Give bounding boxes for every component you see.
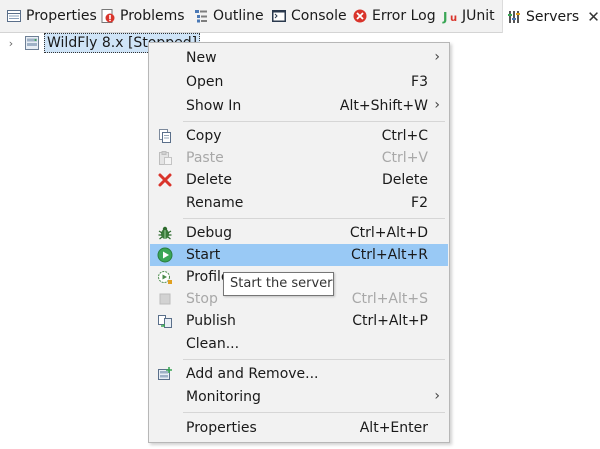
menu-item-shortcut: Ctrl+Alt+D (349, 225, 428, 241)
submenu-arrow-icon: › (434, 388, 440, 404)
menu-item-delete[interactable]: Delete Delete (150, 169, 448, 191)
menu-separator (183, 359, 445, 360)
menu-item-properties[interactable]: Properties Alt+Enter (150, 417, 448, 439)
menu-item-shortcut: Ctrl+C (381, 128, 428, 144)
tab-label: Console (291, 8, 347, 24)
context-menu: New › Open F3 Show In Alt+Shift+W › Copy… (148, 42, 450, 443)
menu-item-label: Open (186, 74, 224, 90)
tab-label: Problems (120, 8, 185, 24)
menu-item-debug[interactable]: Debug Ctrl+Alt+D (150, 222, 448, 244)
profile-icon (157, 269, 173, 285)
menu-item-label: Stop (186, 291, 218, 307)
tab-label: JUnit (462, 8, 495, 24)
delete-icon (157, 172, 173, 188)
console-icon (271, 8, 287, 24)
tab-outline[interactable]: Outline (190, 0, 264, 32)
svg-text:u: u (450, 13, 457, 24)
tab-problems[interactable]: Problems (97, 0, 185, 32)
server-icon (24, 35, 40, 51)
menu-item-clean[interactable]: Clean... (150, 333, 448, 355)
tooltip: Start the server (223, 272, 334, 296)
close-icon[interactable]: ✕ (587, 8, 600, 26)
menu-item-publish[interactable]: Publish Ctrl+Alt+P (150, 310, 448, 332)
menu-item-shortcut: Alt+Shift+W (339, 98, 428, 114)
menu-item-label: Debug (186, 225, 233, 241)
menu-item-label: Add and Remove... (186, 366, 319, 382)
properties-icon (6, 8, 22, 24)
menu-item-shortcut: F3 (411, 74, 428, 90)
menu-item-label: Paste (186, 150, 224, 166)
menu-item-shortcut: Alt+Enter (359, 420, 428, 436)
copy-icon (157, 128, 173, 144)
menu-item-label: Monitoring (186, 389, 261, 405)
tab-properties[interactable]: Properties (3, 0, 97, 32)
menu-item-rename[interactable]: Rename F2 (150, 192, 448, 214)
menu-item-open[interactable]: Open F3 (150, 71, 448, 93)
menu-item-paste: Paste Ctrl+V (150, 147, 448, 169)
submenu-arrow-icon: › (434, 97, 440, 113)
tab-label: Properties (26, 8, 97, 24)
menu-item-add-and-remove[interactable]: Add and Remove... (150, 363, 448, 385)
menu-item-start[interactable]: Start Ctrl+Alt+R (150, 244, 448, 266)
junit-icon: Ju (442, 8, 458, 24)
menu-item-shortcut: Ctrl+V (381, 150, 428, 166)
submenu-arrow-icon: › (434, 49, 440, 65)
menu-item-label: Show In (186, 98, 242, 114)
view-tab-bar: Properties Problems Outline Console Erro… (0, 0, 600, 33)
tab-servers[interactable]: Servers ✕ (502, 0, 600, 33)
add-remove-icon (157, 366, 173, 382)
menu-item-new[interactable]: New › (150, 47, 448, 69)
menu-item-label: Rename (186, 195, 244, 211)
menu-item-copy[interactable]: Copy Ctrl+C (150, 125, 448, 147)
menu-item-shortcut: Ctrl+Alt+S (351, 291, 428, 307)
menu-item-shortcut: Ctrl+Alt+R (350, 247, 428, 263)
error-log-icon (352, 8, 368, 24)
menu-item-label: Delete (186, 172, 232, 188)
menu-item-monitoring[interactable]: Monitoring › (150, 386, 448, 408)
menu-item-shortcut: Delete (382, 172, 428, 188)
menu-item-label: Start (186, 247, 221, 263)
menu-item-label: Copy (186, 128, 222, 144)
menu-item-shortcut: Ctrl+Alt+P (352, 313, 428, 329)
menu-item-show-in[interactable]: Show In Alt+Shift+W › (150, 95, 448, 117)
servers-icon (506, 9, 522, 25)
start-icon (157, 247, 173, 263)
tab-error-log[interactable]: Error Log (349, 0, 436, 32)
stop-icon (157, 291, 173, 307)
expand-arrow-icon[interactable]: › (4, 37, 18, 50)
menu-item-label: Clean... (186, 336, 240, 352)
debug-icon (157, 225, 173, 241)
tab-junit[interactable]: Ju JUnit (439, 0, 495, 32)
menu-item-label: Publish (186, 313, 236, 329)
tab-label: Outline (213, 8, 264, 24)
menu-separator (183, 218, 445, 219)
tab-label: Error Log (372, 8, 436, 24)
problems-icon (100, 8, 116, 24)
svg-text:J: J (442, 10, 447, 24)
menu-item-label: New (186, 50, 217, 66)
publish-icon (157, 313, 173, 329)
menu-item-shortcut: F2 (411, 195, 428, 211)
menu-item-label: Properties (186, 420, 257, 436)
paste-icon (157, 150, 173, 166)
outline-icon (193, 8, 209, 24)
menu-separator (183, 121, 445, 122)
menu-separator (183, 412, 445, 413)
tab-label: Servers (526, 8, 580, 25)
tab-console[interactable]: Console (268, 0, 347, 32)
